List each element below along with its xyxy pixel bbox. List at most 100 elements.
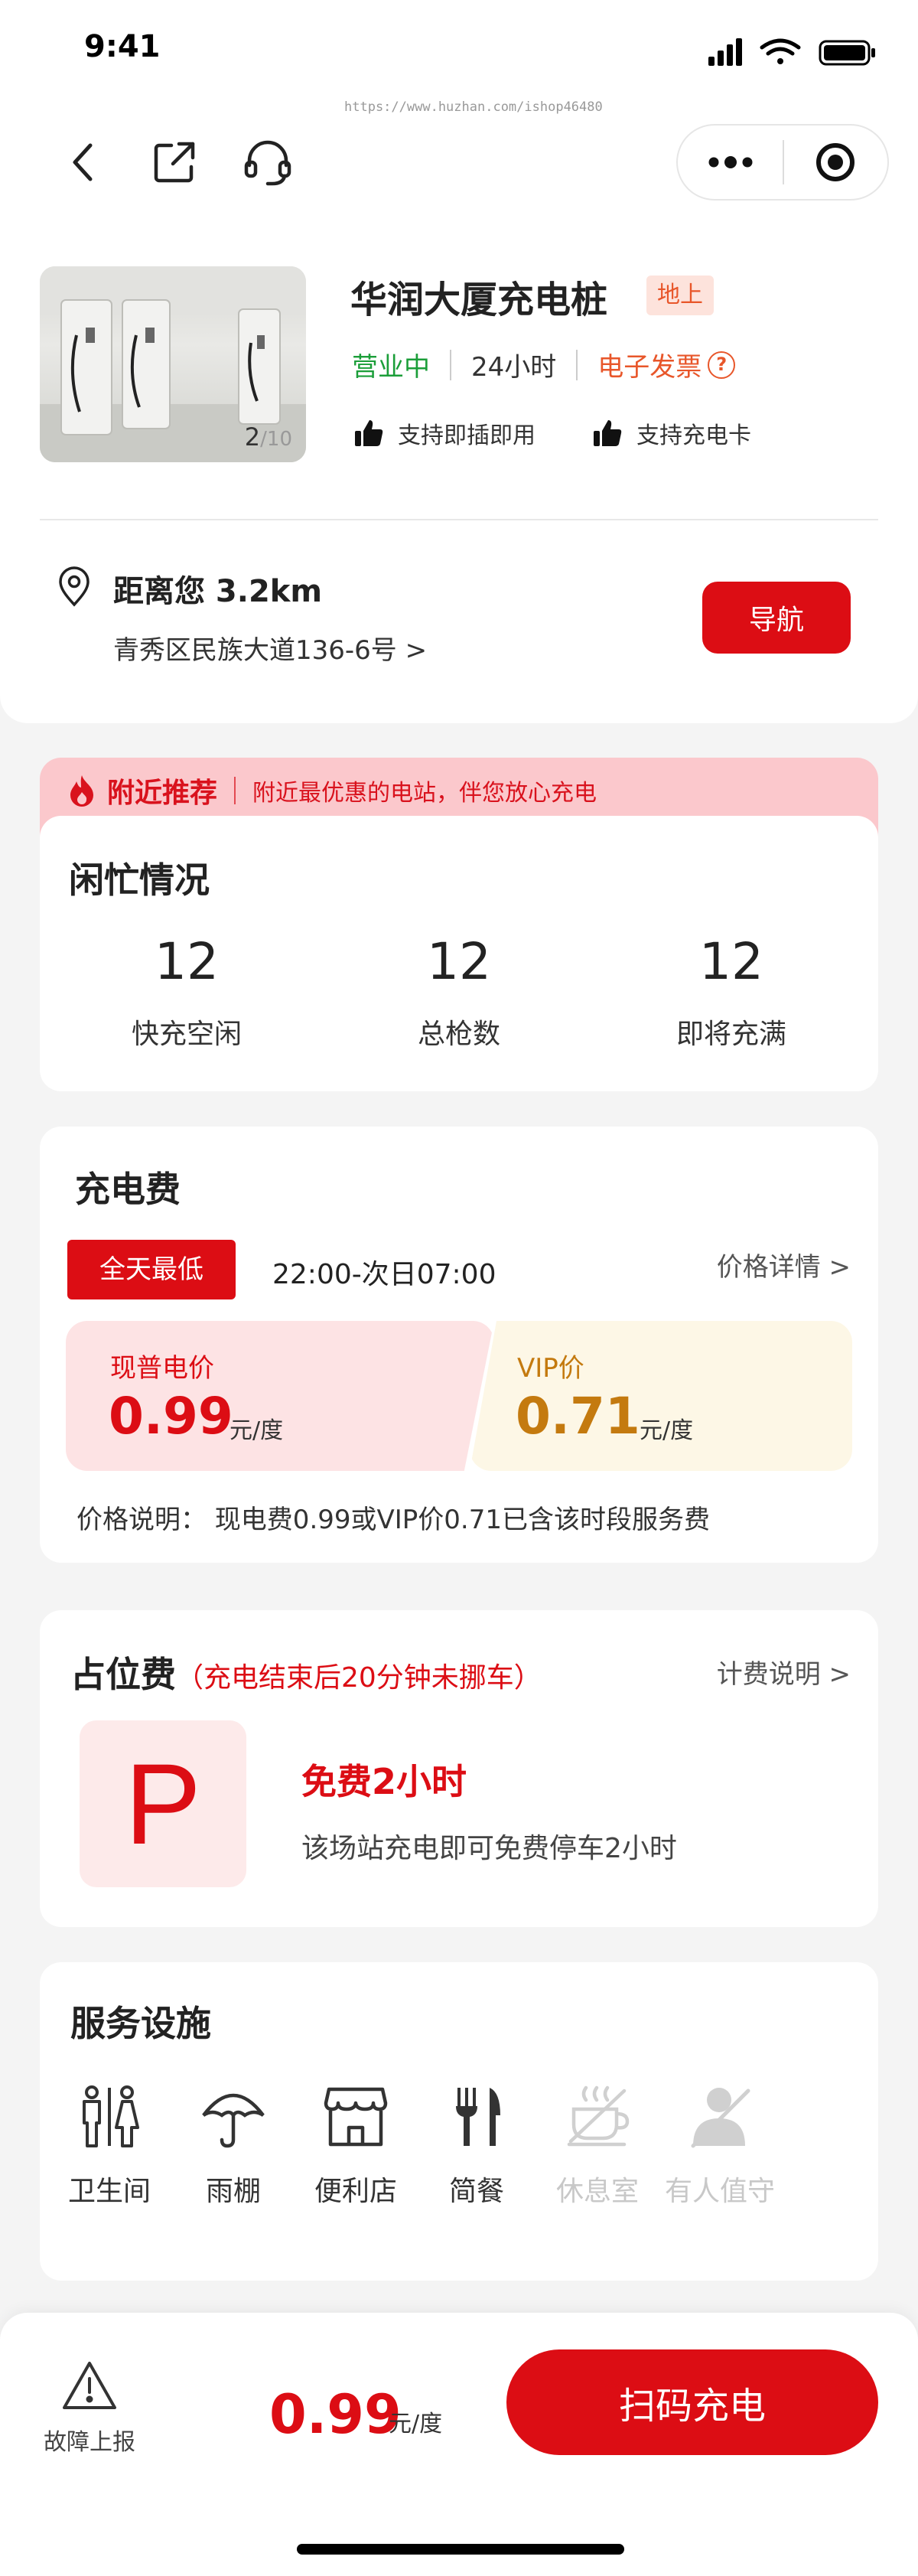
more-dots-icon: [708, 156, 752, 168]
station-meta-row: 营业中 24小时 电子发票 ?: [352, 346, 736, 383]
back-arrow-icon: [73, 143, 93, 181]
current-price-unit: 元/度: [389, 2411, 443, 2437]
dining-icon: [456, 2088, 500, 2146]
umbrella-icon: [202, 2093, 265, 2148]
customer-service-button[interactable]: [237, 132, 298, 193]
fee-title: 充电费: [75, 1169, 181, 1210]
image-counter-total: /10: [260, 428, 292, 451]
station-name: 华润大厦充电桩: [350, 279, 608, 321]
vip-price-value: 0.71: [516, 1387, 640, 1446]
attendant-icon: [691, 2088, 750, 2148]
normal-price-unit: 元/度: [230, 1417, 284, 1444]
feature-charge-card: 支持充电卡: [592, 416, 751, 450]
target-icon: [816, 143, 855, 181]
current-price: 0.99: [269, 2383, 402, 2446]
free-parking-desc: 该场站充电即可免费停车2小时: [301, 1833, 677, 1864]
vip-price-unit: 元/度: [640, 1417, 694, 1444]
fast-idle-count: 12: [155, 932, 219, 991]
total-guns-count: 12: [427, 932, 491, 991]
banner-divider: [234, 777, 236, 804]
almost-full-label: 即将充满: [675, 1019, 786, 1050]
home-indicator[interactable]: [297, 2544, 624, 2555]
lowest-all-day-badge: 全天最低: [67, 1240, 236, 1299]
thumbs-up-icon: [355, 420, 383, 446]
location-pin-icon: [59, 566, 90, 607]
banner-title: 附近推荐: [107, 777, 218, 809]
distance-text: 距离您 3.2km: [113, 574, 323, 609]
scan-to-charge-button[interactable]: 扫码充电: [506, 2349, 878, 2455]
fault-report-label: 故障上报: [44, 2429, 135, 2456]
busy-status-card: 闲忙情况 12 快充空闲 12 总枪数 12 即将充满: [40, 816, 878, 1091]
status-time: 9:41: [84, 29, 161, 64]
bottom-action-bar: 故障上报 0.99 元/度 扫码充电: [0, 2313, 918, 2576]
feature-plug-and-play: 支持即插即用: [353, 416, 536, 450]
meta-divider: [576, 349, 578, 380]
station-photo[interactable]: 2/10: [40, 266, 306, 462]
close-miniapp-button[interactable]: [784, 141, 887, 184]
service-label: 简餐: [448, 2176, 504, 2207]
service-convenience-store: 便利店: [298, 2085, 413, 2209]
busy-title: 闲忙情况: [69, 859, 210, 901]
parking-p-icon: P: [80, 1720, 246, 1887]
parking-header: 占位费 （充电结束后20分钟未挪车）: [70, 1647, 542, 1697]
free-parking-title: 免费2小时: [301, 1761, 467, 1802]
almost-full-count: 12: [699, 932, 763, 991]
divider: [40, 519, 878, 520]
warning-triangle-icon: [63, 2362, 116, 2409]
service-label: 雨棚: [205, 2176, 261, 2207]
feature-label: 支持即插即用: [398, 422, 536, 449]
back-button[interactable]: [52, 132, 113, 193]
restroom-icon: [83, 2085, 139, 2147]
navigate-button[interactable]: 导航: [702, 582, 851, 654]
service-label: 便利店: [314, 2176, 397, 2207]
image-counter-current: 2: [244, 422, 261, 452]
normal-price-label: 现普电价: [110, 1353, 214, 1384]
parking-title: 占位费: [70, 1654, 176, 1695]
service-light-meal: 简餐: [419, 2085, 534, 2209]
total-guns-label: 总枪数: [417, 1019, 500, 1050]
services-title: 服务设施: [70, 2003, 211, 2044]
service-attendant: 有人值守: [662, 2085, 777, 2209]
service-canopy: 雨棚: [176, 2085, 291, 2209]
service-lounge: 休息室: [540, 2085, 655, 2209]
normal-price-box: 现普电价 0.99 元/度: [66, 1321, 494, 1471]
service-label: 卫生间: [67, 2176, 151, 2207]
feature-label: 支持充电卡: [636, 422, 751, 449]
address-link[interactable]: 青秀区民族大道136-6号 >: [113, 629, 427, 667]
service-restroom: 卫生间: [52, 2085, 167, 2209]
station-header-card: 9:41 https://www.huzhan.com/ishop46480 2…: [0, 0, 918, 723]
wifi-icon: [760, 38, 801, 64]
battery-icon: [819, 40, 875, 66]
share-icon: [154, 142, 195, 183]
fee-time-range: 22:00-次日07:00: [272, 1259, 496, 1290]
fault-report-button[interactable]: 故障上报: [40, 2360, 139, 2457]
normal-price-value: 0.99: [109, 1387, 233, 1446]
charging-fee-card: 充电费 全天最低 22:00-次日07:00 价格详情 > 现普电价 0.99 …: [40, 1127, 878, 1563]
share-button[interactable]: [144, 132, 205, 193]
ground-level-tag: 地上: [646, 276, 714, 315]
headset-icon: [244, 140, 291, 186]
watermark-url: https://www.huzhan.com/ishop46480: [344, 99, 603, 115]
opening-hours: 24小时: [471, 352, 557, 383]
vip-price-box: VIP价 0.71 元/度: [470, 1321, 852, 1471]
store-icon: [324, 2087, 388, 2147]
billing-info-link[interactable]: 计费说明 >: [717, 1653, 851, 1691]
banner-description: 附近最优惠的电站，伴您放心充电: [252, 780, 597, 807]
service-facilities-card: 服务设施 卫生间 雨棚 便利店 简餐 休息室 有人值守: [40, 1962, 878, 2281]
question-icon[interactable]: ?: [708, 351, 736, 379]
service-label: 休息室: [555, 2176, 639, 2207]
parking-subtitle: （充电结束后20分钟未挪车）: [176, 1662, 542, 1694]
flame-icon: [70, 775, 93, 807]
service-label: 有人值守: [664, 2176, 775, 2207]
price-note: 价格说明： 现电费0.99或VIP价0.71已含该时段服务费: [76, 1505, 711, 1535]
open-status: 营业中: [352, 352, 430, 383]
parking-fee-card: 占位费 （充电结束后20分钟未挪车） 计费说明 > P 免费2小时 该场站充电即…: [40, 1610, 878, 1927]
e-invoice-link[interactable]: 电子发票: [597, 346, 702, 383]
fast-idle-label: 快充空闲: [131, 1019, 242, 1050]
miniapp-capsule: [676, 124, 889, 201]
price-detail-link[interactable]: 价格详情 >: [717, 1246, 851, 1283]
vip-price-label: VIP价: [517, 1353, 584, 1384]
lounge-icon: [567, 2085, 630, 2147]
signal-icon: [708, 38, 742, 66]
more-button[interactable]: [678, 155, 783, 170]
